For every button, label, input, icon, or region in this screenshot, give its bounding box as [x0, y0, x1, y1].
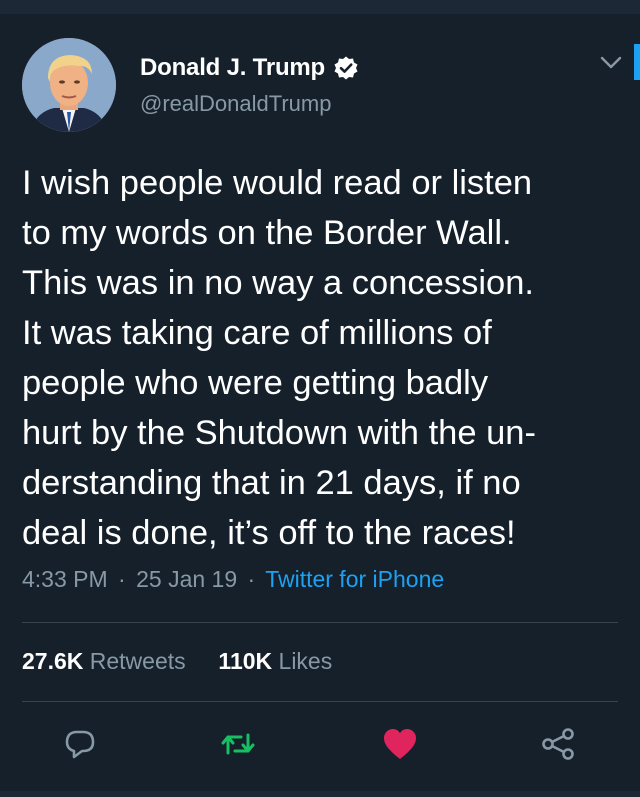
- separator: ·: [118, 566, 126, 592]
- tweet-text-line: hurt by the Shutdown with the un-: [22, 414, 536, 452]
- separator: ·: [247, 566, 256, 592]
- tweet-text-line: deal is done, it’s off to the races!: [22, 514, 516, 552]
- retweets-label: Retweets: [89, 648, 186, 674]
- likes-stat[interactable]: 110K Likes: [218, 648, 332, 674]
- share-icon: [542, 728, 574, 760]
- likes-count: 110K: [218, 648, 273, 674]
- tweet-source-link[interactable]: Twitter for iPhone: [265, 566, 444, 592]
- retweet-icon: [221, 733, 255, 755]
- heart-icon: [384, 729, 416, 759]
- tweet-text-line: This was in no way a concession.: [22, 264, 534, 302]
- tweet-text-line: derstanding that in 21 days, if no: [22, 464, 521, 502]
- bottom-bar: [0, 791, 640, 797]
- tweet-text-line: It was taking care of millions of: [22, 314, 492, 352]
- tweet-stats: 27.6K Retweets 110K Likes: [22, 648, 332, 675]
- status-bar: [0, 0, 640, 14]
- author-name-row[interactable]: Donald J. Trump: [140, 54, 359, 82]
- divider: [22, 701, 618, 702]
- tweet-date[interactable]: 25 Jan 19: [136, 566, 237, 592]
- author-handle[interactable]: @realDonaldTrump: [140, 91, 331, 117]
- avatar[interactable]: [22, 38, 116, 132]
- likes-label: Likes: [278, 648, 333, 674]
- profile-photo-icon: [22, 38, 116, 132]
- verified-badge-icon: [333, 55, 359, 81]
- reply-button[interactable]: [60, 724, 100, 764]
- scroll-indicator: [634, 44, 640, 80]
- divider: [22, 622, 618, 623]
- reply-icon: [65, 730, 95, 759]
- tweet-text-line: to my words on the Border Wall.: [22, 214, 512, 252]
- share-button[interactable]: [538, 724, 578, 764]
- chevron-down-icon[interactable]: [600, 56, 622, 70]
- tweet-time[interactable]: 4:33 PM: [22, 566, 108, 592]
- retweet-button[interactable]: [218, 724, 258, 764]
- retweets-count: 27.6K: [22, 648, 84, 674]
- tweet-text: I wish people would read or listen to my…: [22, 158, 622, 558]
- tweet-text-line: people who were getting badly: [22, 364, 489, 402]
- like-button[interactable]: [380, 724, 420, 764]
- retweets-stat[interactable]: 27.6K Retweets: [22, 648, 192, 674]
- display-name[interactable]: Donald J. Trump: [140, 54, 325, 82]
- tweet-metadata: 4:33 PM · 25 Jan 19 · Twitter for iPhone: [22, 566, 444, 593]
- tweet-text-line: I wish people would read or listen: [22, 164, 533, 202]
